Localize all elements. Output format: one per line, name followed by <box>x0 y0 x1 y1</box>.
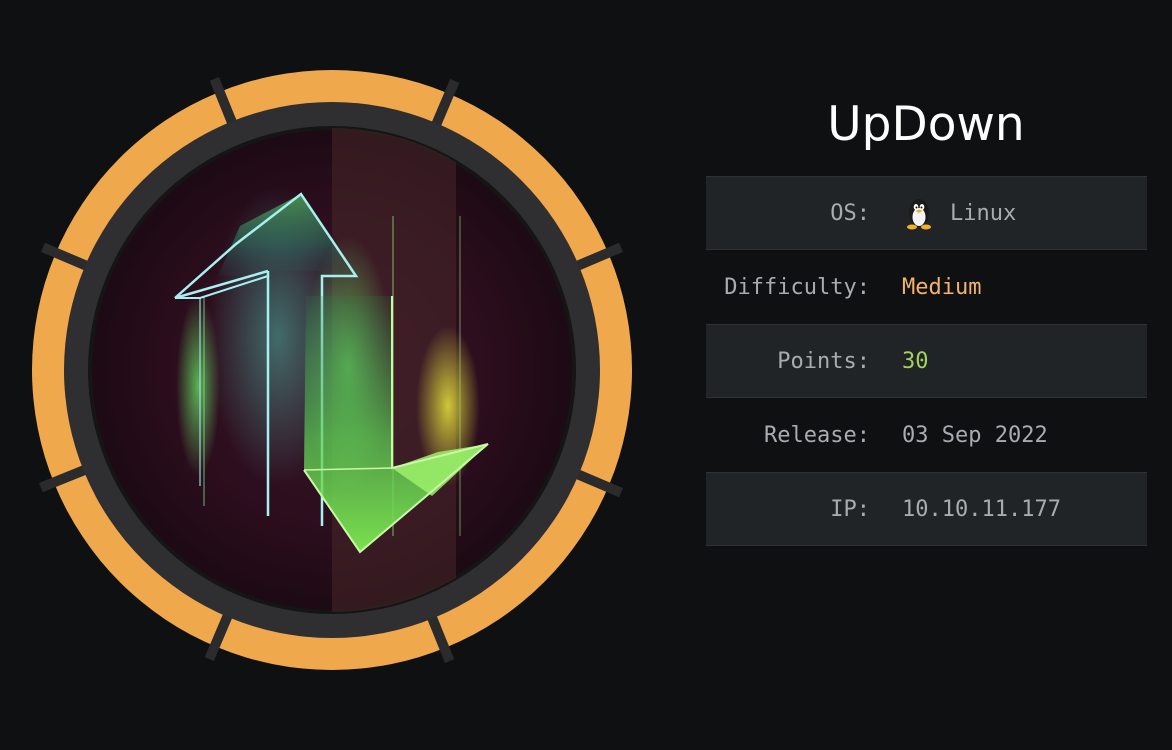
info-row-ip: IP: 10.10.11.177 <box>706 472 1147 546</box>
info-row-release: Release: 03 Sep 2022 <box>706 398 1147 472</box>
difficulty-label: Difficulty: <box>724 274 870 300</box>
linux-penguin-icon <box>907 199 931 230</box>
info-row-points: Points: 30 <box>706 324 1147 398</box>
points-label: Points: <box>777 348 870 374</box>
os-label: OS: <box>830 200 870 226</box>
difficulty-value: Medium <box>902 274 982 300</box>
machine-info-table: OS: Linux Difficulty: Medium Points: 30 … <box>706 176 1147 546</box>
machine-name: UpDown <box>827 97 1025 152</box>
os-value: Linux <box>902 196 1016 230</box>
os-value-text: Linux <box>950 200 1017 226</box>
ip-label: IP: <box>830 496 870 522</box>
points-value: 30 <box>902 348 929 374</box>
info-row-difficulty: Difficulty: Medium <box>706 250 1147 324</box>
release-label: Release: <box>764 422 870 448</box>
machine-badge-logo <box>32 70 632 670</box>
ip-value: 10.10.11.177 <box>902 496 1061 522</box>
release-value: 03 Sep 2022 <box>902 422 1048 448</box>
info-row-os: OS: Linux <box>706 176 1147 250</box>
